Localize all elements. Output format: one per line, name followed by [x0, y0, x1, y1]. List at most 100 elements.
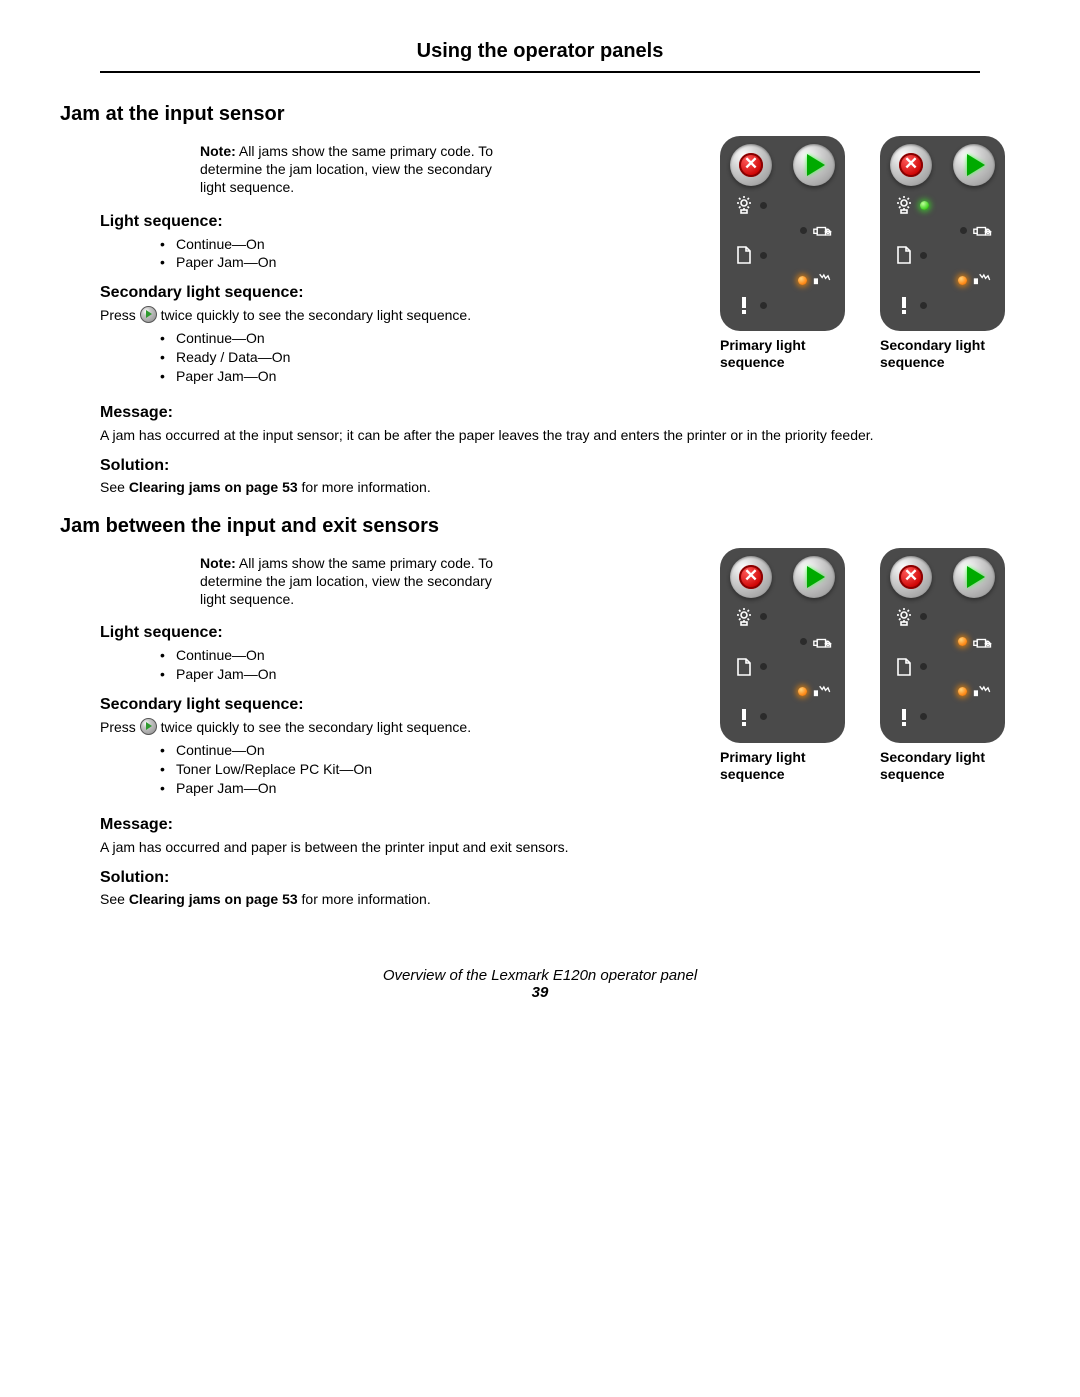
primary-panel-1 [720, 136, 845, 331]
paper-led [920, 252, 927, 259]
secondary-panel-1 [880, 136, 1005, 331]
jam-led [958, 687, 967, 696]
continue-button-icon [953, 144, 995, 186]
toner-led [960, 227, 967, 234]
toner-led [800, 638, 807, 645]
note-label: Note: [200, 143, 236, 159]
page-number: 39 [60, 984, 1020, 1001]
light-seq-list-2: Continue—On Paper Jam—On [160, 646, 700, 684]
paper-icon [894, 245, 927, 265]
secondary-seq-heading-2: Secondary light sequence: [100, 696, 700, 714]
toner-icon [800, 220, 833, 240]
note-1: Note: All jams show the same primary cod… [200, 142, 500, 197]
secondary-panel-2 [880, 548, 1005, 743]
light-seq-heading-2: Light sequence: [100, 624, 700, 642]
press-instruction-1: Press twice quickly to see the secondary… [100, 306, 700, 325]
primary-panel-2 [720, 548, 845, 743]
solution-heading-2: Solution: [100, 869, 1020, 887]
solution-text-1: See Clearing jams on page 53 for more in… [100, 479, 1020, 495]
error-led [760, 713, 767, 720]
solution-after: for more information. [298, 479, 431, 495]
go-button-icon [140, 306, 157, 323]
secondary-caption-1: Secondary light sequence [880, 337, 1020, 371]
jam-led [798, 687, 807, 696]
press-after: twice quickly to see the secondary light… [157, 307, 471, 323]
solution-heading-1: Solution: [100, 457, 1020, 475]
solution-before: See [100, 891, 129, 907]
jam-icon [798, 270, 833, 290]
secondary-seq-list-1: Continue—On Ready / Data—On Paper Jam—On [160, 329, 700, 386]
toner-icon [960, 220, 993, 240]
error-icon [734, 295, 767, 315]
error-icon [894, 295, 927, 315]
list-item: Paper Jam—On [160, 367, 700, 386]
paper-led [920, 663, 927, 670]
continue-button-icon [953, 556, 995, 598]
continue-button-icon [793, 144, 835, 186]
list-item: Paper Jam—On [160, 779, 700, 798]
ready-icon [894, 195, 929, 215]
jam-led [798, 276, 807, 285]
primary-caption-2: Primary light sequence [720, 749, 860, 783]
error-icon [894, 707, 927, 727]
ready-led [920, 613, 927, 620]
note-2: Note: All jams show the same primary cod… [200, 554, 500, 609]
toner-icon [958, 632, 993, 652]
press-after: twice quickly to see the secondary light… [157, 719, 471, 735]
paper-led [760, 252, 767, 259]
press-before: Press [100, 719, 140, 735]
list-item: Toner Low/Replace PC Kit—On [160, 760, 700, 779]
cancel-button-icon [730, 144, 772, 186]
primary-caption-1: Primary light sequence [720, 337, 860, 371]
list-item: Continue—On [160, 741, 700, 760]
section-heading-2: Jam between the input and exit sensors [60, 515, 1020, 538]
paper-icon [734, 657, 767, 677]
list-item: Continue—On [160, 646, 700, 665]
error-led [760, 302, 767, 309]
note-label: Note: [200, 555, 236, 571]
light-seq-heading-1: Light sequence: [100, 213, 700, 231]
message-heading-2: Message: [100, 816, 1020, 834]
solution-after: for more information. [298, 891, 431, 907]
paper-led [760, 663, 767, 670]
solution-text-2: See Clearing jams on page 53 for more in… [100, 891, 1020, 907]
ready-led [760, 613, 767, 620]
ready-led [920, 201, 929, 210]
secondary-caption-2: Secondary light sequence [880, 749, 1020, 783]
list-item: Paper Jam—On [160, 253, 700, 272]
cancel-button-icon [890, 556, 932, 598]
jam-icon [798, 682, 833, 702]
solution-before: See [100, 479, 129, 495]
note-text: All jams show the same primary code. To … [200, 143, 493, 195]
list-item: Continue—On [160, 329, 700, 348]
paper-icon [894, 657, 927, 677]
solution-link: Clearing jams on page 53 [129, 479, 298, 495]
cancel-button-icon [730, 556, 772, 598]
message-text-1: A jam has occurred at the input sensor; … [100, 426, 980, 445]
error-led [920, 713, 927, 720]
message-text-2: A jam has occurred and paper is between … [100, 838, 980, 857]
press-before: Press [100, 307, 140, 323]
toner-led [958, 637, 967, 646]
solution-link: Clearing jams on page 53 [129, 891, 298, 907]
go-button-icon [140, 718, 157, 735]
list-item: Paper Jam—On [160, 665, 700, 684]
list-item: Ready / Data—On [160, 348, 700, 367]
jam-icon [958, 682, 993, 702]
error-led [920, 302, 927, 309]
section-heading-1: Jam at the input sensor [60, 103, 1020, 126]
light-seq-list-1: Continue—On Paper Jam—On [160, 235, 700, 273]
secondary-seq-heading-1: Secondary light sequence: [100, 284, 700, 302]
note-text: All jams show the same primary code. To … [200, 555, 493, 607]
page-title: Using the operator panels [100, 40, 980, 73]
ready-icon [734, 195, 767, 215]
ready-icon [734, 607, 767, 627]
secondary-seq-list-2: Continue—On Toner Low/Replace PC Kit—On … [160, 741, 700, 798]
paper-icon [734, 245, 767, 265]
continue-button-icon [793, 556, 835, 598]
message-heading-1: Message: [100, 404, 1020, 422]
error-icon [734, 707, 767, 727]
toner-led [800, 227, 807, 234]
ready-icon [894, 607, 927, 627]
jam-icon [958, 270, 993, 290]
